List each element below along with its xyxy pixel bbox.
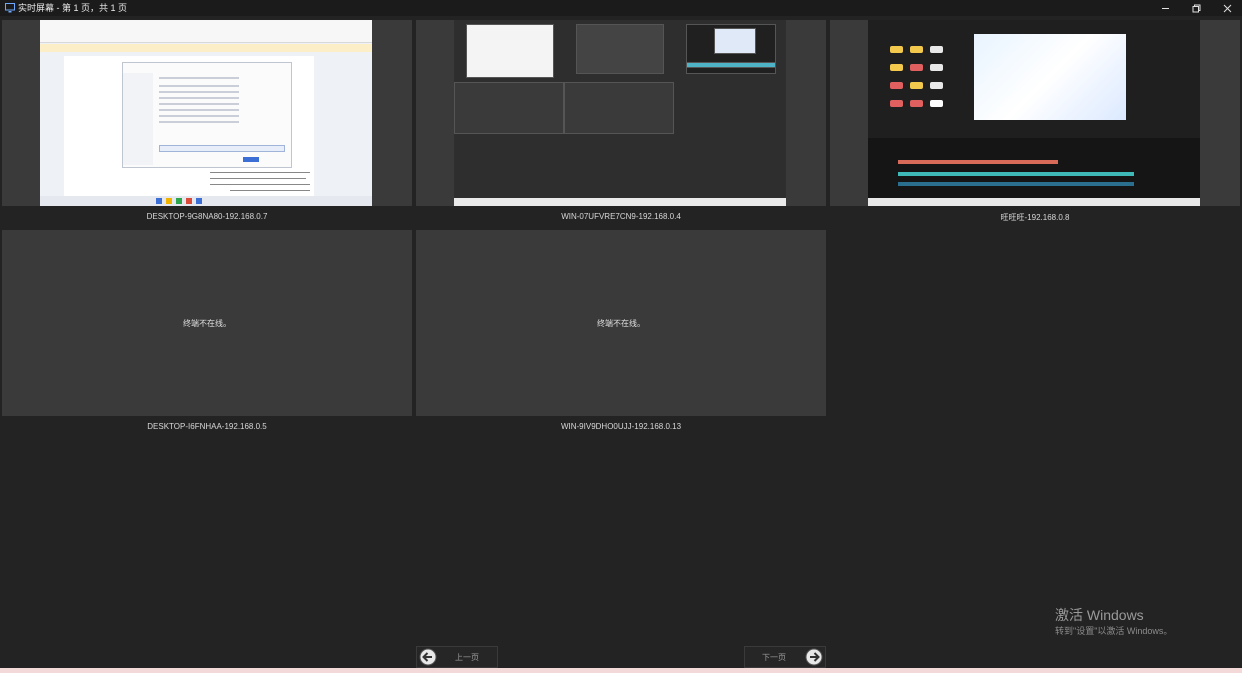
sticker-thumb: [930, 82, 943, 89]
app-icon: [186, 198, 192, 204]
sticker-thumb: [890, 100, 903, 107]
sticker-thumb: [890, 82, 903, 89]
windows-icon: [156, 198, 162, 204]
thumb-timeline: [868, 138, 1200, 198]
minimize-button[interactable]: [1151, 0, 1179, 16]
thumb-track: [898, 160, 1058, 164]
thumb-window: [564, 82, 674, 134]
tile-label: DESKTOP-I6FNHAA-192.168.0.5: [147, 422, 267, 431]
thumb-row: [159, 103, 239, 105]
screen-frame: [830, 20, 1240, 206]
thumb-window: [686, 62, 776, 68]
screen-frame: [2, 20, 412, 206]
prev-page-label: 上一页: [455, 653, 479, 662]
tile-label: WIN-07UFVRE7CN9-192.168.0.4: [561, 212, 681, 221]
thumb-text-line: [210, 172, 310, 173]
next-page-button[interactable]: 下一页: [744, 646, 826, 668]
sticker-thumb: [910, 100, 923, 107]
folder-icon: [166, 198, 172, 204]
app-icon: [196, 198, 202, 204]
sticker-thumb: [910, 46, 923, 53]
thumb-window: [576, 24, 664, 74]
screen-thumbnail[interactable]: [40, 20, 372, 206]
sticker-thumb: [910, 82, 923, 89]
screen-thumbnail[interactable]: [454, 20, 786, 206]
thumb-dialog: [122, 62, 292, 168]
sticker-thumb: [890, 46, 903, 53]
thumb-taskbar: [868, 198, 1200, 206]
thumb-text-line: [210, 184, 310, 185]
thumb-canvas: [974, 34, 1126, 120]
prev-page-button[interactable]: 上一页: [416, 646, 498, 668]
title-bar: 实时屏幕 - 第 1 页，共 1 页: [0, 0, 1242, 16]
app-icon: [176, 198, 182, 204]
tile-label: 旺旺旺-192.168.0.8: [1000, 213, 1070, 222]
thumb-row: [159, 91, 239, 93]
thumb-window: [466, 24, 554, 78]
offline-message: 终端不在线。: [597, 319, 645, 328]
thumb-dialog-sidebar: [123, 73, 153, 165]
screen-frame: 终端不在线。: [2, 230, 412, 416]
monitor-icon: [5, 3, 15, 13]
restore-button[interactable]: [1182, 0, 1210, 16]
thumb-field: [159, 145, 285, 152]
thumb-track: [898, 182, 1134, 186]
sticker-thumb: [930, 100, 943, 107]
minimize-icon: [1161, 7, 1169, 9]
next-page-label: 下一页: [762, 653, 786, 662]
screen-thumbnail[interactable]: [868, 20, 1200, 206]
activation-watermark-title: 激活 Windows: [1055, 607, 1144, 623]
thumb-row: [159, 109, 239, 111]
screen-frame: 终端不在线。: [416, 230, 826, 416]
sticker-thumb: [890, 64, 903, 71]
restore-icon: [1192, 4, 1200, 12]
close-button[interactable]: [1213, 0, 1241, 16]
arrow-left-circle-icon: [419, 648, 437, 666]
close-icon: [1223, 4, 1231, 12]
arrow-right-circle-icon: [805, 648, 823, 666]
thumb-row: [159, 115, 239, 117]
screen-frame: [416, 20, 826, 206]
window-title: 实时屏幕 - 第 1 页，共 1 页: [18, 3, 128, 13]
thumb-ok: [243, 157, 259, 162]
thumb-row: [159, 85, 239, 87]
thumb-taskbar: [454, 198, 786, 206]
thumb-notice-bar: [40, 44, 372, 52]
thumb-window: [714, 28, 756, 54]
thumb-row: [159, 97, 239, 99]
sticker-thumb: [930, 64, 943, 71]
tile-label: WIN-9IV9DHO0UJJ-192.168.0.13: [560, 422, 682, 431]
tile-label: DESKTOP-9G8NA80-192.168.0.7: [146, 212, 268, 221]
offline-message: 终端不在线。: [183, 319, 231, 328]
thumb-row: [159, 77, 239, 79]
activation-watermark-subtitle: 转到"设置"以激活 Windows。: [1055, 626, 1173, 636]
thumb-track: [898, 172, 1134, 176]
sticker-thumb: [930, 46, 943, 53]
bottom-edge: [0, 668, 1242, 673]
thumb-ribbon: [40, 20, 372, 43]
thumb-text-line: [230, 190, 310, 191]
thumb-taskbar: [40, 196, 372, 206]
thumb-row: [159, 121, 239, 123]
thumb-text-line: [210, 178, 306, 179]
thumb-window: [454, 82, 564, 134]
sticker-thumb: [910, 64, 923, 71]
